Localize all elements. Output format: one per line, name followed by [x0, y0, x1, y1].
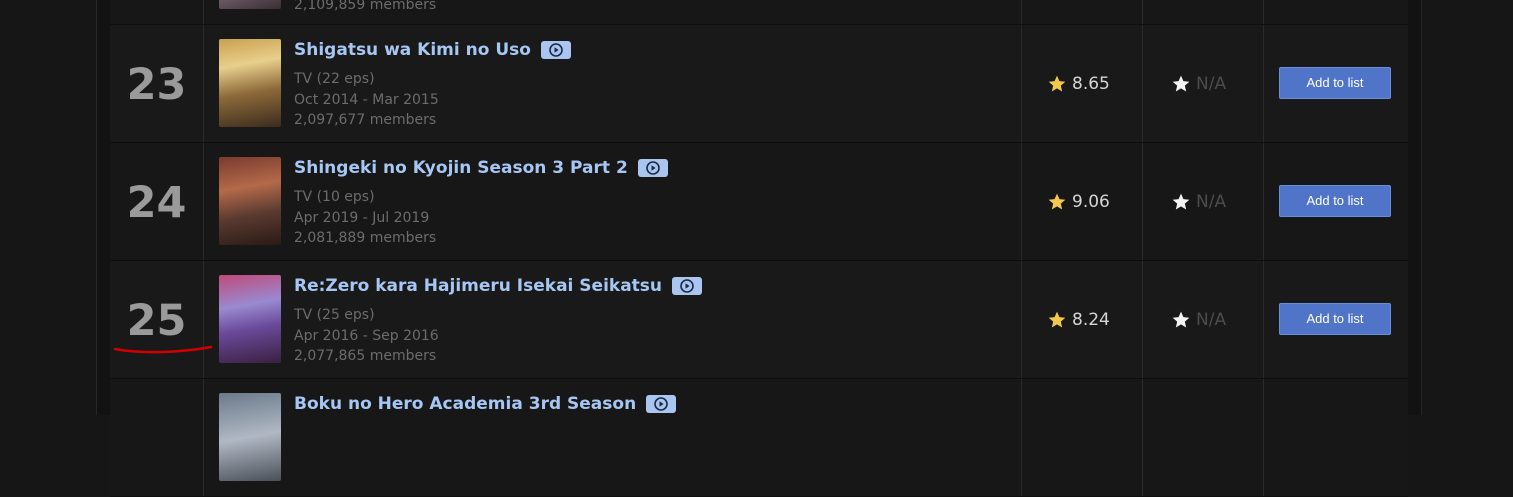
anime-type: TV (10 eps)	[294, 189, 375, 205]
air-dates: Oct 2014 - Mar 2015	[294, 91, 439, 108]
anime-title-link[interactable]: Re:Zero kara Hajimeru Isekai Seikatsu	[294, 275, 662, 297]
gold-star-icon	[1048, 193, 1066, 210]
members-count: 2,109,859 members	[294, 0, 437, 13]
rank-number: 23	[126, 60, 187, 110]
members-count: 2,097,677 members	[294, 112, 437, 128]
play-circle-icon[interactable]	[672, 277, 703, 295]
score-value: 9.06	[1072, 192, 1110, 212]
table-row: 25 Re:Zero kara Hajimeru Isekai Seikatsu…	[110, 261, 1408, 379]
add-to-list-button[interactable]: Add to list	[1279, 185, 1391, 217]
score-value: 8.65	[1072, 74, 1110, 94]
anime-type: TV (25 eps)	[294, 307, 375, 323]
anime-title-link[interactable]: Boku no Hero Academia 3rd Season	[294, 393, 636, 415]
add-to-list-button[interactable]: Add to list	[1279, 67, 1391, 99]
white-star-icon	[1172, 193, 1190, 210]
anime-title-link[interactable]: Shigatsu wa Kimi no Uso	[294, 39, 531, 61]
table-row: Boku no Hero Academia 3rd Season	[110, 379, 1408, 497]
table-row: 23 Shigatsu wa Kimi no Uso TV (22 eps) O…	[110, 25, 1408, 143]
air-dates: Apr 2016 - Sep 2016	[294, 327, 439, 344]
score-value: 8.24	[1072, 310, 1110, 330]
anime-thumbnail[interactable]	[219, 39, 281, 127]
anime-thumbnail[interactable]	[219, 0, 281, 9]
white-star-icon	[1172, 311, 1190, 328]
air-dates: Apr 2019 - Jul 2019	[294, 209, 430, 226]
anime-thumbnail[interactable]	[219, 393, 281, 481]
red-annotation-underline	[113, 345, 213, 354]
anime-title-link[interactable]: Shingeki no Kyojin Season 3 Part 2	[294, 157, 628, 179]
gold-star-icon	[1048, 311, 1066, 328]
table-row: 24 Shingeki no Kyojin Season 3 Part 2 TV…	[110, 143, 1408, 261]
your-score-value: N/A	[1196, 192, 1227, 212]
white-star-icon	[1172, 75, 1190, 92]
add-to-list-button[interactable]: Add to list	[1279, 303, 1391, 335]
rank-number: 25	[126, 296, 187, 346]
members-count: 2,077,865 members	[294, 348, 437, 364]
gold-star-icon	[1048, 75, 1066, 92]
your-score-value: N/A	[1196, 310, 1227, 330]
anime-thumbnail[interactable]	[219, 157, 281, 245]
play-circle-icon[interactable]	[646, 395, 677, 413]
table-row: 2,109,859 members	[110, 0, 1408, 25]
anime-thumbnail[interactable]	[219, 275, 281, 363]
play-circle-icon[interactable]	[637, 159, 668, 177]
play-circle-icon[interactable]	[540, 41, 571, 59]
anime-type: TV (22 eps)	[294, 71, 375, 87]
members-count: 2,081,889 members	[294, 230, 437, 246]
your-score-value: N/A	[1196, 74, 1227, 94]
rank-number: 24	[126, 178, 187, 228]
